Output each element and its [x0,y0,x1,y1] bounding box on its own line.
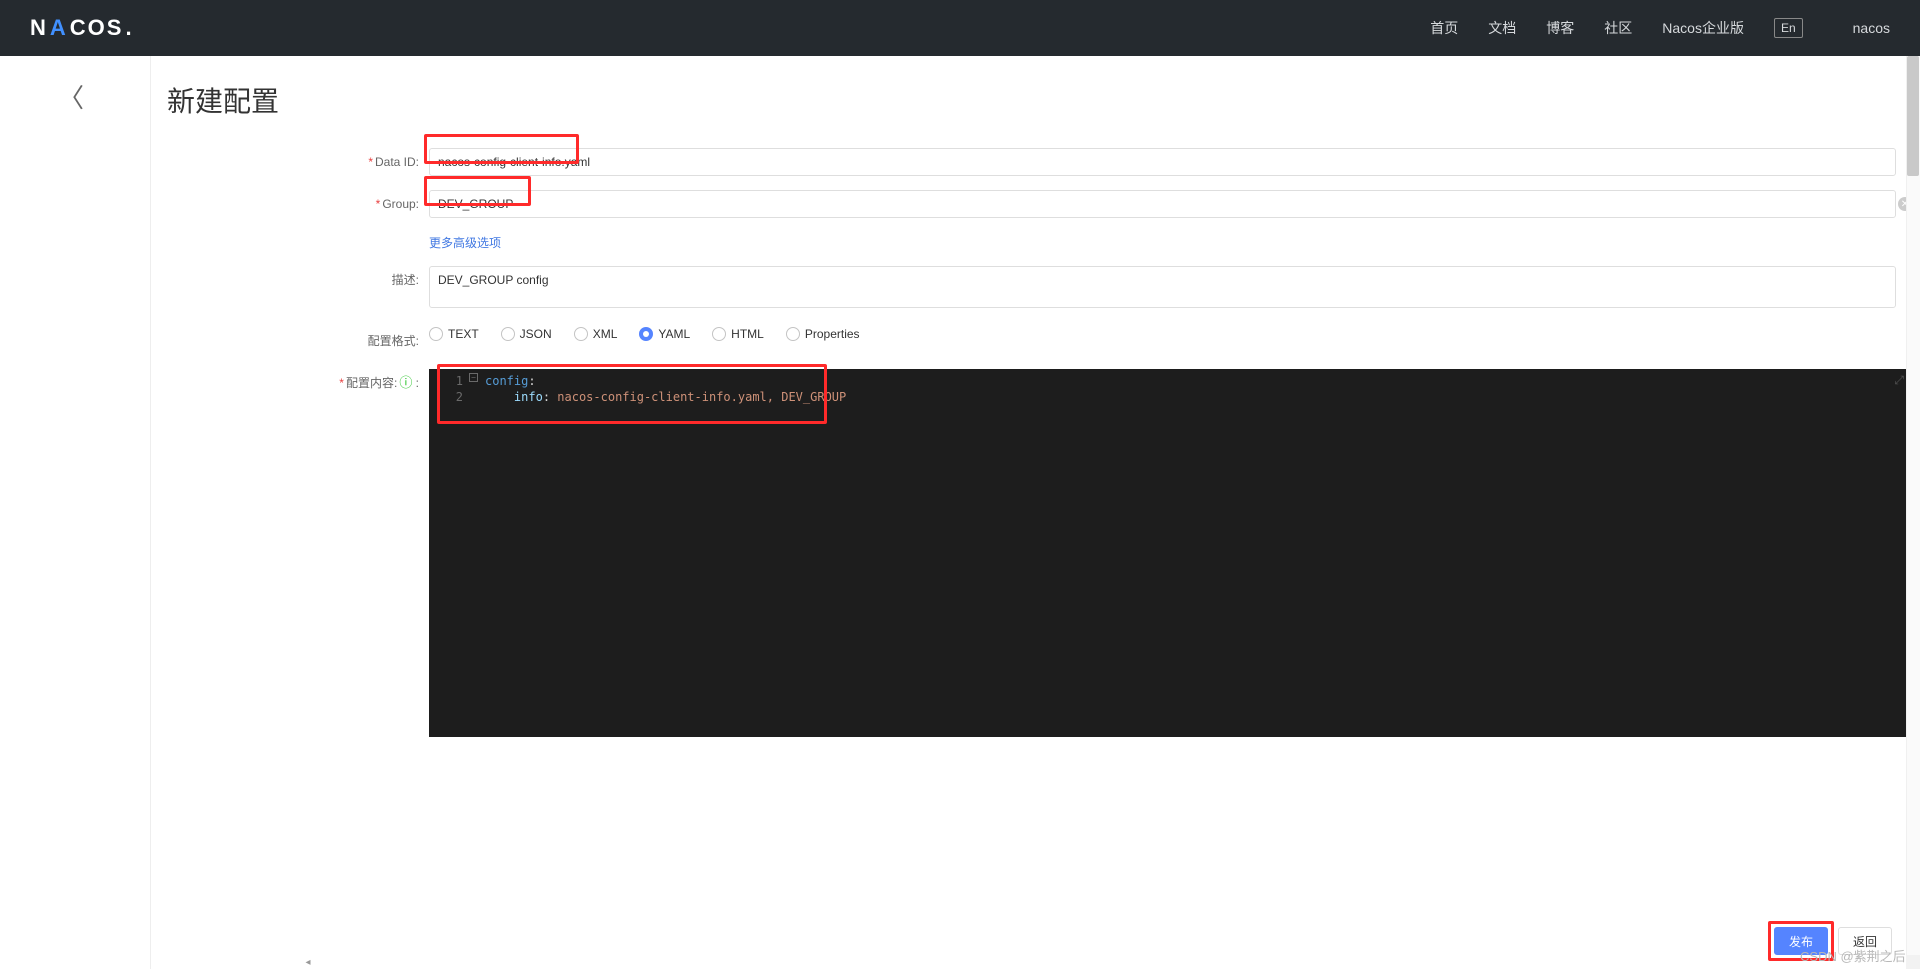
radio-xml[interactable]: XML [574,327,618,341]
editor-gutter: 1 2 [429,369,469,737]
label-data-id: *Data ID: [159,148,429,176]
label-group: *Group: [159,190,429,218]
radio-properties[interactable]: Properties [786,327,860,341]
publish-button[interactable]: 发布 [1774,927,1828,955]
nav-community[interactable]: 社区 [1604,18,1632,38]
user-menu[interactable]: nacos [1853,20,1890,36]
format-radio-group: TEXT JSON XML YAML HTML Properties [429,327,1896,341]
data-id-input[interactable] [429,148,1896,176]
nav-enterprise[interactable]: Nacos企业版 [1662,18,1744,38]
back-arrow-icon[interactable]: 〈 [0,56,150,115]
lang-toggle[interactable]: En [1774,18,1803,38]
help-icon[interactable]: ⓘ [399,375,412,390]
editor-content[interactable]: config: info: nacos-config-client-info.y… [485,369,1914,737]
label-content: *配置内容:ⓘ : [159,369,429,397]
nav-docs[interactable]: 文档 [1488,18,1516,38]
vertical-scrollbar[interactable] [1906,56,1920,969]
label-description: 描述: [159,266,429,294]
side-column: 〈 [0,56,150,969]
scrollbar-thumb[interactable] [1907,56,1919,176]
footer-actions: 发布 返回 [1774,927,1892,955]
description-textarea[interactable]: DEV_GROUP config [429,266,1896,308]
nav-home[interactable]: 首页 [1430,18,1458,38]
code-editor[interactable]: 1 2 − config: info: nacos-config-client-… [429,369,1914,737]
radio-json[interactable]: JSON [501,327,552,341]
radio-text[interactable]: TEXT [429,327,479,341]
radio-html[interactable]: HTML [712,327,764,341]
app-header: NACOS. 首页 文档 博客 社区 Nacos企业版 En nacos [0,0,1920,56]
advanced-options-link[interactable]: 更多高级选项 [429,234,501,251]
group-input[interactable] [429,190,1896,218]
fold-icon[interactable]: − [469,373,478,382]
fold-column: − [469,369,481,737]
scroll-corner [1906,955,1920,969]
back-button[interactable]: 返回 [1838,927,1892,955]
logo[interactable]: NACOS. [30,15,134,41]
page-title: 新建配置 [167,80,1920,120]
editor-search-icon[interactable]: ⤢ [1894,373,1904,388]
top-nav: 首页 文档 博客 社区 Nacos企业版 En nacos [1430,18,1890,38]
main-scroll[interactable]: 新建配置 *Data ID: *Group: ✕ [150,56,1920,969]
radio-yaml[interactable]: YAML [639,327,690,341]
nav-blog[interactable]: 博客 [1546,18,1574,38]
label-format: 配置格式: [159,327,429,355]
hscroll-left-icon[interactable]: ◂ [301,955,315,969]
